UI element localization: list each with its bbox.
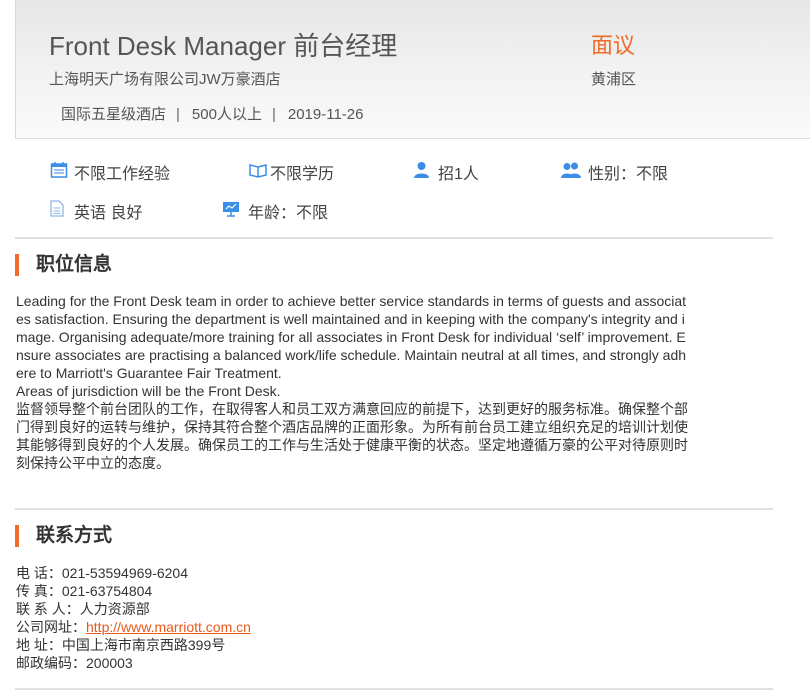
section-accent-bar	[15, 525, 19, 547]
company-meta: 国际五星级酒店 | 500人以上 | 2019-11-26	[61, 103, 363, 124]
requirement-text: 英语 良好	[74, 205, 143, 222]
section-accent-bar	[15, 254, 19, 276]
company-size: 500人以上	[191, 106, 262, 123]
contact-website: 公司网址：http://www.marriott.com.cn	[16, 619, 251, 635]
description-line: es satisfaction. Ensuring the department…	[16, 311, 685, 327]
meta-separator: |	[176, 106, 180, 123]
contact-phone: 电 话：021-53594969-6204	[16, 565, 189, 581]
description-line: 其能够得到良好的个人发展。确保员工的工作与生活处于健康平衡的状态。坚定地遵循万豪…	[16, 437, 688, 453]
divider	[15, 688, 773, 690]
meta-separator: |	[271, 106, 276, 123]
divider	[15, 237, 773, 239]
presentation-icon	[222, 200, 240, 222]
education-icon	[248, 161, 268, 184]
requirement-text: 不限学历	[270, 166, 335, 183]
requirement-experience: 不限工作经验	[50, 160, 170, 184]
contact-fax: 传 真：021-63754804	[16, 583, 153, 599]
divider	[15, 508, 773, 510]
description-line: 监督领导整个前台团队的工作，在取得客人和员工双方满意回应的前提下，达到更好的服务…	[16, 401, 688, 417]
description-line: Areas of jurisdiction will be the Front …	[16, 383, 281, 399]
calendar-icon	[50, 161, 68, 184]
district: 黄浦区	[591, 71, 637, 88]
section-title-contact: 联系方式	[15, 525, 112, 547]
description-line: mage. Organising adequate/more training …	[16, 329, 686, 345]
requirement-text: 年龄：不限	[248, 205, 329, 222]
description-line: Leading for the Front Desk team in order…	[16, 293, 687, 309]
salary: 面议	[591, 33, 636, 58]
contact-postcode: 邮政编码：200003	[16, 655, 133, 671]
people-icon	[560, 161, 582, 184]
description-line: 刻保持公平中立的态度。	[16, 455, 170, 471]
requirement-headcount: 招1人	[413, 160, 479, 184]
job-title: Front Desk Manager 前台经理	[49, 31, 398, 61]
contact-person: 联 系 人：人力资源部	[16, 601, 150, 617]
company-name[interactable]: 上海明天广场有限公司JW万豪酒店	[49, 68, 281, 89]
requirement-age: 年龄：不限	[222, 199, 328, 223]
requirement-gender: 性别：不限	[560, 160, 668, 184]
person-icon	[413, 161, 430, 184]
requirement-text: 性别：不限	[588, 166, 669, 183]
description-line: nsure associates are practising a balanc…	[16, 347, 687, 363]
contact-address: 地 址：中国上海市南京西路399号	[16, 637, 226, 653]
document-icon	[50, 200, 64, 222]
requirement-text: 招1人	[438, 166, 479, 183]
requirement-text: 不限工作经验	[74, 166, 171, 183]
job-description: Leading for the Front Desk team in order…	[16, 292, 772, 472]
contact-info: 电 话：021-53594969-6204 传 真：021-63754804 联…	[16, 564, 251, 672]
description-line: 门得到良好的运转与维护，保持其符合整个酒店品牌的正面形象。为所有前台员工建立组织…	[16, 419, 688, 435]
company-type: 国际五星级酒店	[61, 106, 167, 123]
section-title-job-info: 职位信息	[15, 254, 112, 276]
description-line: ere to Marriott's Guarantee Fair Treatme…	[16, 365, 282, 381]
requirement-language: 英语 良好	[50, 199, 142, 223]
website-link[interactable]: http://www.marriott.com.cn	[86, 619, 251, 635]
requirement-education: 不限学历	[248, 160, 334, 184]
post-date: 2019-11-26	[287, 106, 364, 123]
